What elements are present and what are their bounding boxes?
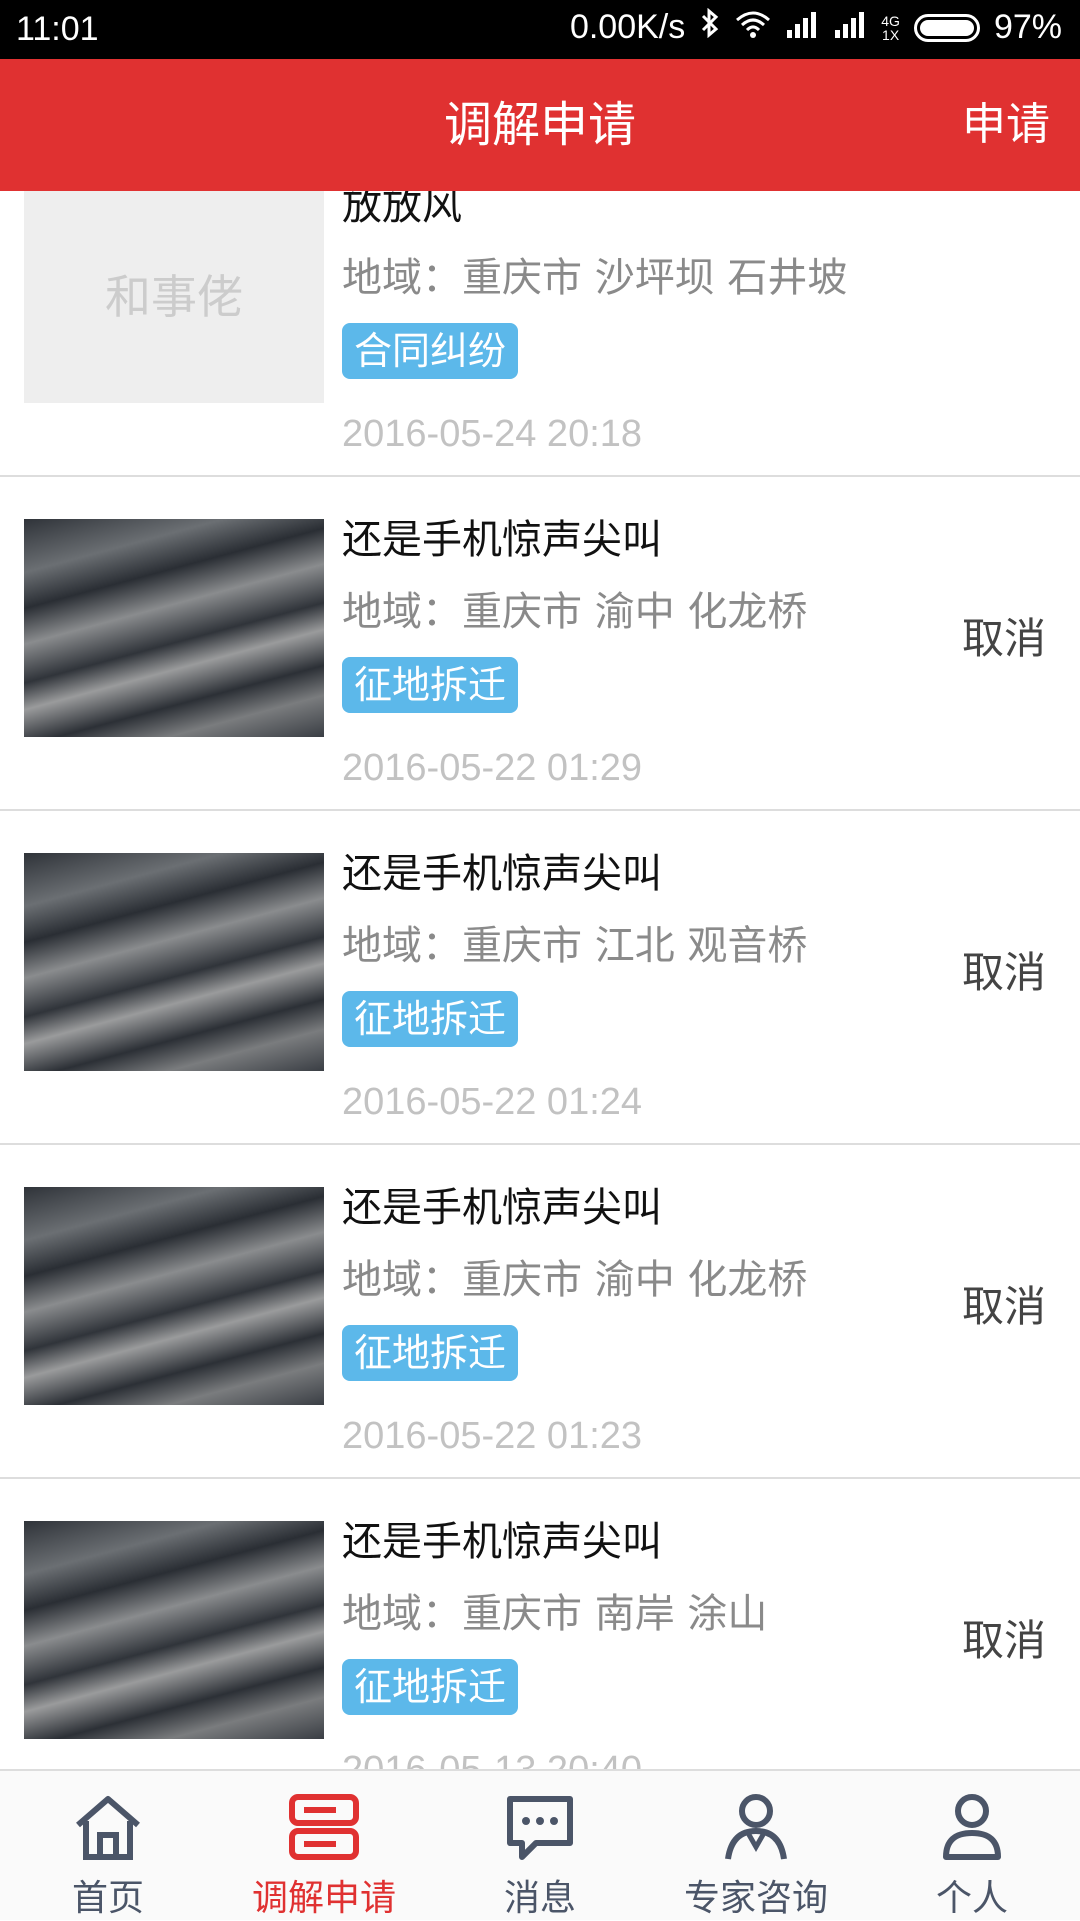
nav-label: 调解申请 — [251, 1878, 396, 1919]
item-thumbnail — [24, 519, 324, 737]
list-item[interactable]: 和事佬 放放风 地域：重庆市 沙坪坝 石井坡 合同纠纷 2016-05-24 2… — [0, 191, 1080, 477]
item-date: 2016-05-22 01:29 — [342, 747, 643, 789]
signal-icon-2 — [833, 8, 867, 47]
item-thumbnail — [24, 853, 324, 1071]
apply-button[interactable]: 申请 — [962, 59, 1050, 191]
placeholder-text: 和事佬 — [105, 270, 243, 324]
item-region: 地域：重庆市 江北 观音桥 — [342, 923, 808, 969]
cancel-button[interactable]: 取消 — [962, 1607, 1046, 1668]
home-icon — [70, 1789, 146, 1865]
network-type: 4G 1X — [881, 12, 900, 43]
item-title: 还是手机惊声尖叫 — [342, 517, 662, 563]
status-bar: 11:01 0.00K/s 4G 1X 97% — [0, 0, 1080, 59]
nav-mediation[interactable]: 调解申请 — [216, 1771, 432, 1920]
item-thumbnail-placeholder: 和事佬 — [24, 191, 324, 403]
item-title: 还是手机惊声尖叫 — [342, 1519, 662, 1565]
user-icon — [934, 1789, 1010, 1865]
expert-icon — [718, 1789, 794, 1865]
cancel-button[interactable]: 取消 — [962, 939, 1046, 1000]
app-header: 调解申请 申请 — [0, 59, 1080, 191]
bottom-nav: 首页 调解申请 消息 专家咨询 个人 — [0, 1769, 1080, 1920]
bluetooth-icon — [699, 7, 721, 47]
item-thumbnail — [24, 1187, 324, 1405]
nav-home[interactable]: 首页 — [0, 1771, 216, 1920]
status-time: 11:01 — [16, 10, 99, 48]
item-region: 地域：重庆市 渝中 化龙桥 — [342, 1257, 808, 1303]
list-item[interactable]: 还是手机惊声尖叫 地域：重庆市 渝中 化龙桥 征地拆迁 2016-05-22 0… — [0, 477, 1080, 811]
item-category-tag: 征地拆迁 — [342, 1659, 519, 1715]
item-title: 还是手机惊声尖叫 — [342, 851, 662, 897]
item-date: 2016-05-13 20:40 — [342, 1749, 642, 1769]
signal-icon — [785, 8, 819, 47]
list-item[interactable]: 还是手机惊声尖叫 地域：重庆市 南岸 涂山 征地拆迁 2016-05-13 20… — [0, 1479, 1080, 1769]
net-speed: 0.00K/s — [569, 8, 686, 46]
item-thumbnail — [24, 1521, 324, 1739]
cancel-button[interactable]: 取消 — [962, 605, 1046, 666]
list-item[interactable]: 还是手机惊声尖叫 地域：重庆市 江北 观音桥 征地拆迁 2016-05-22 0… — [0, 811, 1080, 1145]
item-category-tag: 征地拆迁 — [342, 657, 519, 713]
list-item[interactable]: 还是手机惊声尖叫 地域：重庆市 渝中 化龙桥 征地拆迁 2016-05-22 0… — [0, 1145, 1080, 1479]
server-icon — [286, 1789, 362, 1865]
nav-label: 消息 — [503, 1878, 576, 1919]
nav-label: 个人 — [935, 1878, 1008, 1919]
item-region: 地域：重庆市 南岸 涂山 — [342, 1591, 768, 1637]
item-date: 2016-05-24 20:18 — [342, 413, 643, 455]
cancel-button[interactable]: 取消 — [962, 1273, 1046, 1334]
nav-expert[interactable]: 专家咨询 — [648, 1771, 864, 1920]
item-date: 2016-05-22 01:24 — [342, 1081, 643, 1123]
item-region: 地域：重庆市 沙坪坝 石井坡 — [342, 255, 848, 301]
item-region: 地域：重庆市 渝中 化龙桥 — [342, 589, 808, 635]
battery-level: 97% — [993, 8, 1062, 46]
mediation-list[interactable]: 和事佬 放放风 地域：重庆市 沙坪坝 石井坡 合同纠纷 2016-05-24 2… — [0, 191, 1080, 1769]
nav-label: 专家咨询 — [683, 1878, 828, 1919]
message-icon — [502, 1789, 578, 1865]
item-title: 还是手机惊声尖叫 — [342, 1185, 662, 1231]
nav-label: 首页 — [71, 1878, 144, 1919]
page-title: 调解申请 — [443, 97, 636, 153]
item-category-tag: 征地拆迁 — [342, 1325, 519, 1381]
nav-profile[interactable]: 个人 — [864, 1771, 1080, 1920]
item-date: 2016-05-22 01:23 — [342, 1415, 643, 1457]
battery-icon — [913, 13, 980, 42]
wifi-icon — [735, 8, 771, 47]
nav-messages[interactable]: 消息 — [432, 1771, 648, 1920]
item-category-tag: 合同纠纷 — [342, 323, 519, 379]
item-category-tag: 征地拆迁 — [342, 991, 519, 1047]
item-title: 放放风 — [342, 191, 462, 229]
